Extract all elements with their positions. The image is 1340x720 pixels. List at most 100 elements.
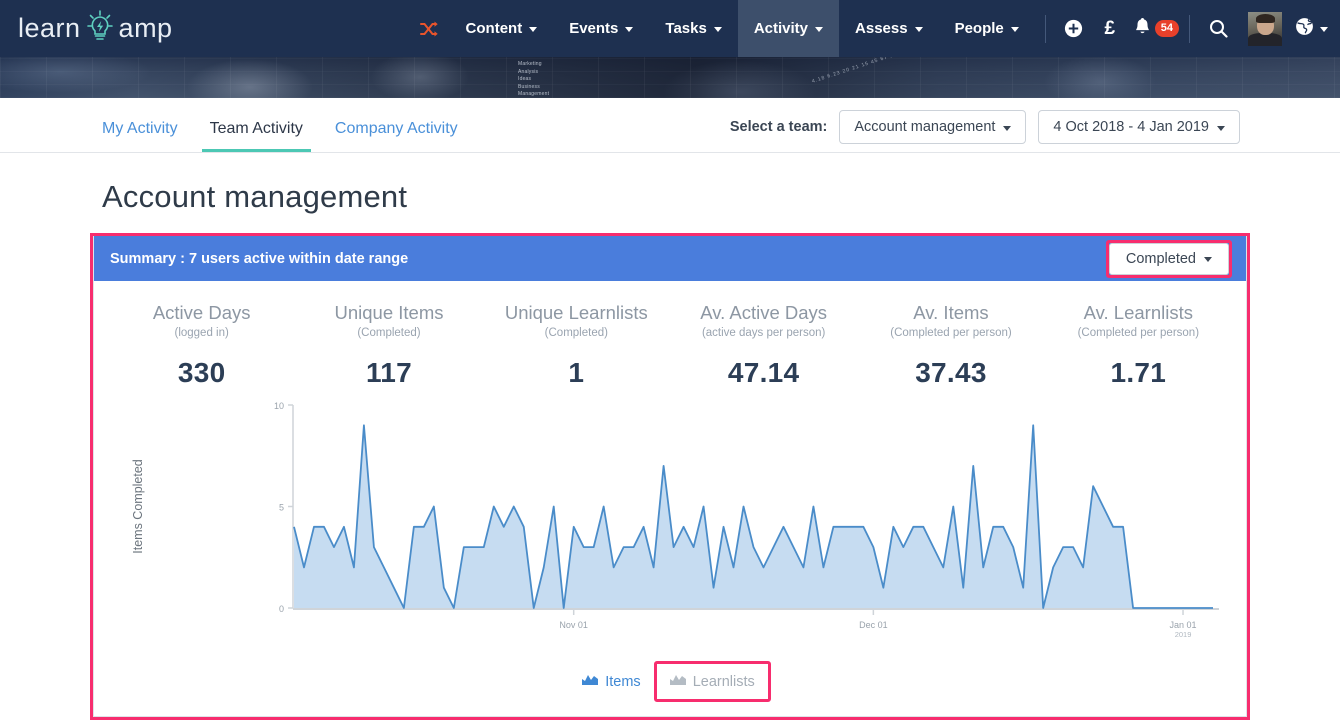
stat-sublabel: (Completed per person)	[1077, 327, 1200, 340]
activity-tabs-row: My Activity Team Activity Company Activi…	[0, 98, 1340, 153]
chevron-down-icon	[1320, 27, 1328, 32]
legend-item-items[interactable]: Items	[569, 664, 653, 699]
avatar[interactable]	[1248, 11, 1282, 46]
activity-chart: 0 5 10 Items Completed Nov 01 Dec 01 Jan 01 201…	[108, 399, 1232, 657]
nav-divider	[1189, 14, 1190, 43]
page-title: Account management	[102, 179, 408, 214]
stat-value: 47.14	[727, 357, 800, 389]
stat-active-days: Active Days (logged in) 330	[108, 301, 295, 389]
language-selector[interactable]	[1291, 17, 1328, 41]
stat-value: 117	[365, 357, 413, 389]
top-navigation-bar: learn amp Content Events Tasks Activity …	[0, 0, 1340, 57]
stat-av-learnlists: Av. Learnlists (Completed per person) 1.…	[1045, 301, 1232, 389]
nav-item-people[interactable]: People	[939, 0, 1035, 57]
nav-item-label: Activity	[753, 20, 809, 37]
nav-item-tasks[interactable]: Tasks	[649, 0, 737, 57]
stat-label: Active Days	[152, 302, 251, 323]
header-banner-image: Marketing Analysis Ideas Business Management…	[0, 57, 1340, 98]
tab-company-activity[interactable]: Company Activity	[327, 120, 466, 152]
stat-label: Av. Items	[913, 302, 989, 323]
tab-label: My Activity	[102, 120, 178, 137]
nav-item-activity[interactable]: Activity	[737, 0, 840, 57]
stat-av-items: Av. Items (Completed per person) 37.43	[857, 301, 1044, 389]
nav-item-label: Events	[569, 20, 619, 37]
stat-sublabel: (active days per person)	[701, 327, 826, 340]
svg-text:10: 10	[274, 401, 284, 411]
nav-item-label: Content	[465, 20, 523, 37]
stat-unique-items: Unique Items (Completed) 117	[295, 301, 482, 389]
nav-item-assess[interactable]: Assess	[839, 0, 939, 57]
nav-divider	[1044, 14, 1046, 43]
date-range-dropdown[interactable]: 4 Oct 2018 - 4 Jan 2019	[1038, 110, 1240, 144]
stat-value: 1	[568, 357, 585, 389]
chevron-down-icon	[1010, 27, 1019, 32]
chevron-down-icon	[529, 27, 538, 32]
bell-icon	[1134, 17, 1151, 41]
svg-text:5: 5	[279, 503, 284, 513]
tab-label: Company Activity	[334, 120, 458, 137]
nav-right-actions: £ 54	[1035, 0, 1340, 57]
legend-label: Items	[605, 673, 641, 690]
summary-title: Summary : 7 users active within date ran…	[110, 250, 409, 267]
tab-my-activity[interactable]: My Activity	[102, 120, 186, 152]
summary-panel: Summary : 7 users active within date ran…	[93, 236, 1247, 718]
area-chart-icon	[582, 673, 599, 690]
stat-label: Unique Learnlists	[504, 302, 648, 323]
svg-text:Dec 01: Dec 01	[859, 620, 888, 630]
status-filter-value: Completed	[1125, 250, 1196, 267]
currency-pound-icon[interactable]: £	[1092, 0, 1128, 57]
status-filter-highlight: Completed	[1105, 239, 1232, 278]
nav-item-content[interactable]: Content	[450, 0, 554, 57]
svg-text:0: 0	[279, 604, 284, 614]
banner-numbers: 4.18 6.23 20 21 15 45 67 12	[811, 57, 899, 85]
status-filter-dropdown[interactable]: Completed	[1108, 242, 1229, 275]
banner-keywords: Marketing Analysis Ideas Business Management	[518, 61, 550, 97]
stat-av-active-days: Av. Active Days (active days per person)…	[670, 301, 857, 389]
area-chart-icon	[669, 673, 686, 690]
stats-row: Active Days (logged in) 330 Unique Items…	[108, 297, 1232, 393]
legend-label: Learnlists	[692, 673, 755, 690]
chevron-down-icon	[815, 27, 824, 32]
activity-tabs: My Activity Team Activity Company Activi…	[102, 120, 482, 152]
stat-sublabel: (Completed)	[544, 327, 608, 340]
nav-item-events[interactable]: Events	[553, 0, 649, 57]
stat-value: 1.71	[1110, 357, 1167, 389]
stat-sublabel: (Completed per person)	[890, 327, 1012, 340]
brand-text-learn: learn	[18, 13, 81, 43]
main-nav-items: Content Events Tasks Activity Assess Peo…	[450, 0, 1035, 57]
notifications-button[interactable]: 54	[1128, 17, 1179, 41]
team-selector-group: Select a team: Account management 4 Oct …	[730, 110, 1240, 152]
activity-area-chart: 0 5 10 Items Completed Nov 01 Dec 01 Jan 01201…	[131, 401, 1219, 639]
legend-learnlists-highlight: Learnlists	[653, 661, 771, 703]
summary-panel-header: Summary : 7 users active within date ran…	[94, 236, 1246, 281]
notification-badge: 54	[1154, 20, 1179, 37]
legend-item-learnlists[interactable]: Learnlists	[657, 664, 768, 699]
chevron-down-icon	[1003, 125, 1012, 131]
summary-panel-body: Active Days (logged in) 330 Unique Items…	[94, 281, 1246, 717]
stat-sublabel: (logged in)	[174, 327, 229, 340]
nav-item-label: Tasks	[665, 20, 707, 37]
tab-label: Team Activity	[209, 120, 303, 137]
stat-sublabel: (Completed)	[357, 327, 421, 340]
brand-logo[interactable]: learn amp	[0, 9, 402, 48]
currency-symbol: £	[1104, 17, 1116, 39]
shuffle-icon[interactable]	[402, 21, 450, 37]
chevron-down-icon	[625, 27, 634, 32]
team-dropdown[interactable]: Account management	[839, 110, 1027, 144]
stat-unique-learnlists: Unique Learnlists (Completed) 1	[483, 301, 670, 389]
date-range-value: 4 Oct 2018 - 4 Jan 2019	[1053, 119, 1209, 135]
chevron-down-icon	[1204, 257, 1212, 262]
nav-item-label: Assess	[855, 20, 908, 37]
svg-text:2019: 2019	[1175, 630, 1192, 639]
stat-value: 330	[177, 357, 226, 389]
svg-text:Items Completed: Items Completed	[131, 459, 145, 554]
svg-text:Nov 01: Nov 01	[559, 620, 588, 630]
chevron-down-icon	[1217, 125, 1225, 131]
search-icon[interactable]	[1200, 0, 1236, 57]
chevron-down-icon	[713, 27, 722, 32]
nav-item-label: People	[954, 20, 1004, 37]
plus-circle-icon[interactable]	[1056, 0, 1092, 57]
chevron-down-icon	[914, 27, 923, 32]
tab-team-activity[interactable]: Team Activity	[201, 120, 311, 152]
svg-text:Jan 01: Jan 01	[1170, 620, 1197, 630]
